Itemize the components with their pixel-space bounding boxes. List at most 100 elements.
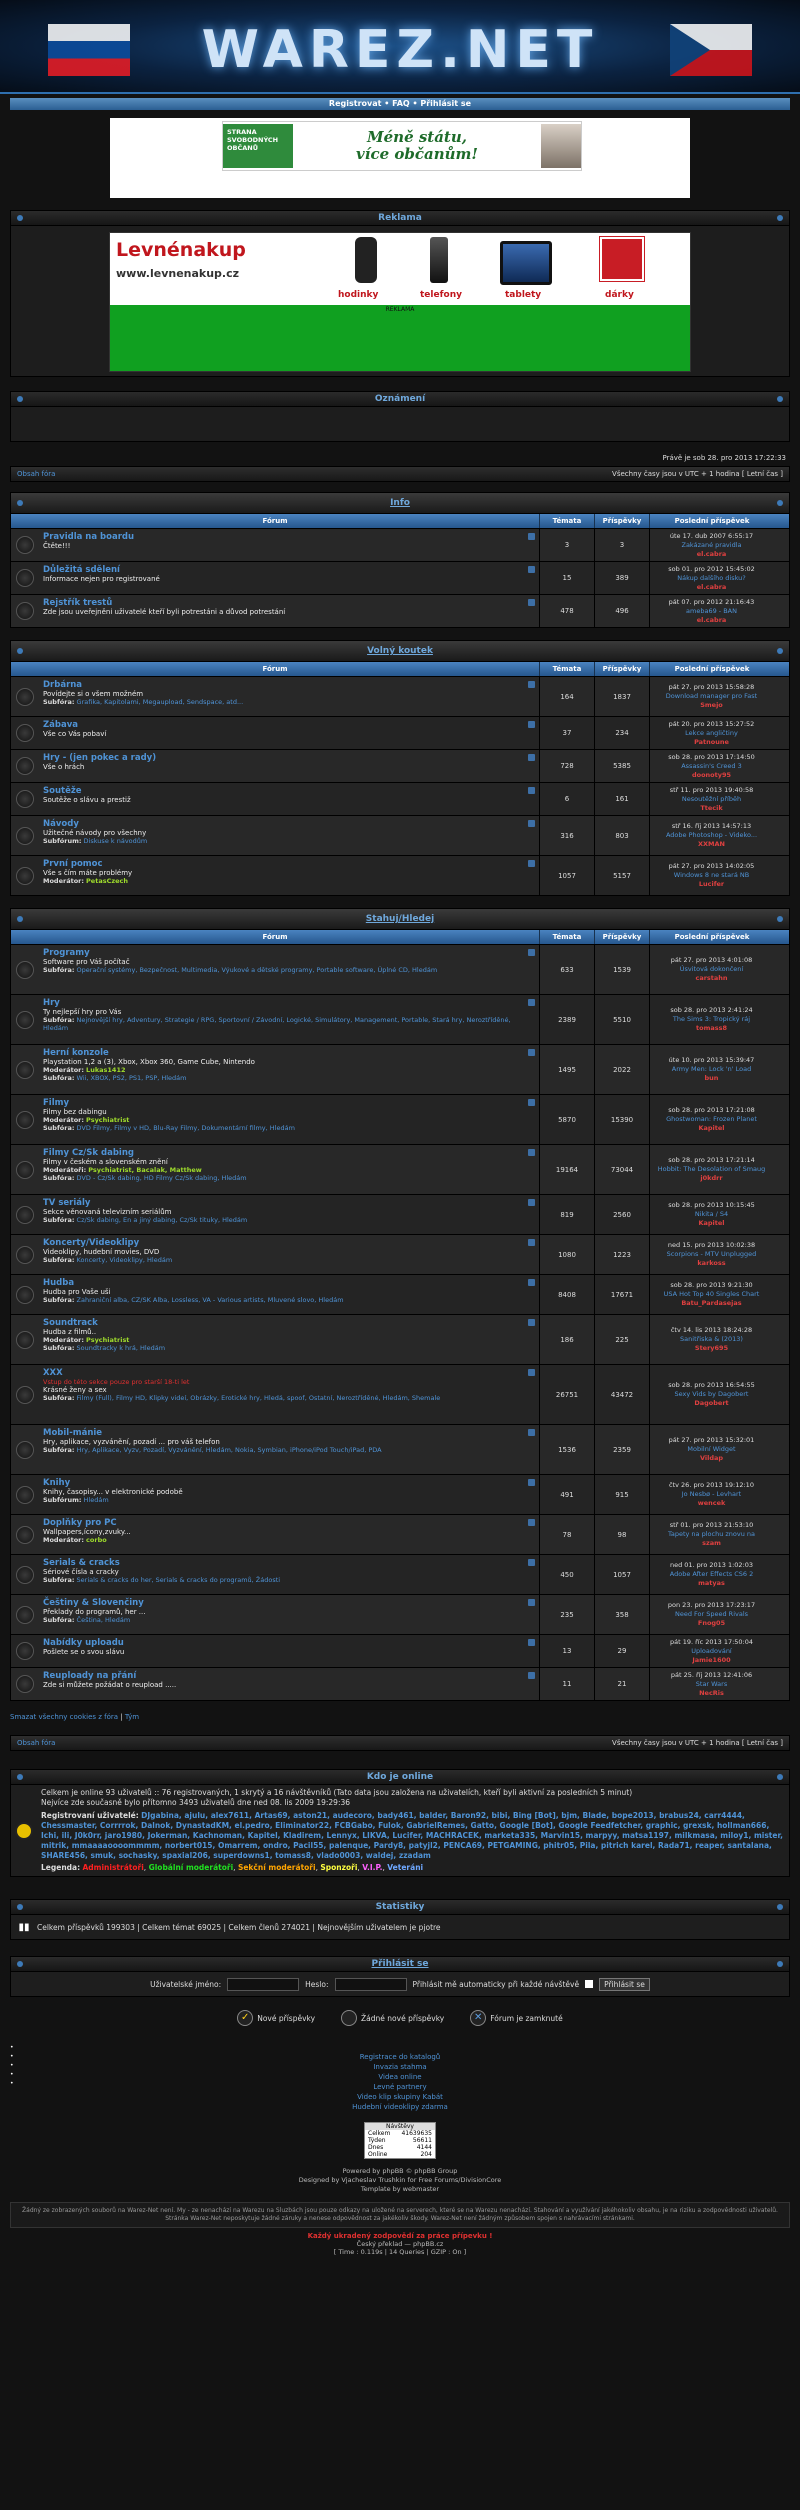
rss-icon[interactable] [528,949,535,956]
last-post-title[interactable]: Sexy Vids by Dagobert [652,1390,771,1399]
last-post-title[interactable]: The Sims 3: Tropický ráj [652,1015,771,1024]
forum-title[interactable]: Soutěže [43,786,535,796]
rss-icon[interactable] [528,533,535,540]
forum-index-link[interactable]: Obsah fóra [17,467,55,481]
forum-title[interactable]: První pomoc [43,859,535,869]
last-post-title[interactable]: ameba69 - BAN [652,607,771,616]
rss-icon[interactable] [528,1369,535,1376]
last-post-author[interactable]: Batu_Pardasejas [652,1299,771,1308]
last-post-title[interactable]: Download manager pro Fast [652,692,771,701]
last-post-author[interactable]: Fnog05 [652,1619,771,1628]
legend-item[interactable]: Sekční moderátoři [238,1863,316,1872]
rss-icon[interactable] [528,1319,535,1326]
last-post-author[interactable]: el.cabra [652,583,771,592]
forum-title[interactable]: Knihy [43,1478,535,1488]
forum-index-link-bottom[interactable]: Obsah fóra [17,1736,55,1750]
forum-title[interactable]: Rejstřík trestů [43,598,535,608]
moderator-link[interactable]: Psychiatrist [86,1336,129,1344]
subforum-links[interactable]: Hledám [84,1496,109,1504]
last-post-author[interactable]: el.cabra [652,550,771,559]
rss-icon[interactable] [528,1049,535,1056]
legend-item[interactable]: Globální moderátoři [149,1863,234,1872]
rss-icon[interactable] [528,860,535,867]
moderator-link[interactable]: Psychiatrist [86,1116,129,1124]
last-post-title[interactable]: Assassin's Creed 3 [652,762,771,771]
last-post-author[interactable]: wencek [652,1499,771,1508]
last-post-title[interactable]: Úsvitová dokončení [652,965,771,974]
rss-icon[interactable] [528,787,535,794]
login-button[interactable]: Přihlásit se [599,1977,650,1991]
last-post-author[interactable]: karkoss [652,1259,771,1268]
last-post-title[interactable]: Zakázané pravidla [652,541,771,550]
last-post-author[interactable]: Jamie1600 [652,1656,771,1665]
last-post-author[interactable]: Kapitel [652,1219,771,1228]
footer-link-6[interactable]: Hudební videoklipy zdarma [0,2102,800,2112]
subforum-links[interactable]: Operační systémy, Bezpečnost, Multimedia… [77,966,438,974]
subforum-links[interactable]: Koncerty, Videoklipy, Hledám [77,1256,173,1264]
last-post-title[interactable]: Adobe After Effects CS6 2 [652,1570,771,1579]
login-link[interactable]: Přihlásit se [420,99,471,108]
forum-title[interactable]: Návody [43,819,535,829]
faq-link[interactable]: FAQ [392,99,410,108]
last-post-author[interactable]: matyas [652,1579,771,1588]
last-post-title[interactable]: Jo Nesbø - Levhart [652,1490,771,1499]
footer-link-2[interactable]: Invazia stahma [0,2062,800,2072]
subforum-links[interactable]: Filmy (Full), Filmy HD, Klipky videí, Ob… [77,1394,441,1402]
last-post-author[interactable]: carstahn [652,974,771,983]
subforum-links[interactable]: Hry, Aplikace, Vyzv, Pozadí, Vyzvánění, … [77,1446,382,1454]
forum-title[interactable]: Češtiny & Slovenčiny [43,1598,535,1608]
subforum-links[interactable]: DVD Filmy, Filmy v HD, Blu-Ray Filmy, Do… [77,1124,295,1132]
rss-icon[interactable] [528,681,535,688]
footer-link-3[interactable]: Videa online [0,2072,800,2082]
last-post-author[interactable]: Patnoune [652,738,771,747]
legend-item[interactable]: V.I.P. [362,1863,382,1872]
subforum-links[interactable]: Čeština, Hledám [77,1616,131,1624]
rss-icon[interactable] [528,1199,535,1206]
section-title[interactable]: Info [390,498,410,508]
last-post-author[interactable]: szam [652,1539,771,1548]
forum-title[interactable]: Drbárna [43,680,535,690]
delete-cookies-link[interactable]: Smazat všechny cookies z fóra [10,1713,118,1721]
last-post-author[interactable]: XXMAN [652,840,771,849]
subforum-links[interactable]: Diskuse k návodům [84,837,148,845]
online-users-list[interactable]: DJgabina, ajulu, alex7611, Artas69, asto… [41,1811,783,1860]
last-post-title[interactable]: Mobilní Widget [652,1445,771,1454]
last-post-author[interactable]: el.cabra [652,616,771,625]
last-post-title[interactable]: Adobe Photoshop - Videko... [652,831,771,840]
forum-title[interactable]: XXX [43,1368,535,1378]
rss-icon[interactable] [528,1519,535,1526]
forum-title[interactable]: Hry - (jen pokec a rady) [43,753,535,763]
rss-icon[interactable] [528,1099,535,1106]
moderator-link[interactable]: Lukas1412 [86,1066,125,1074]
ad-banner-top[interactable]: STRANA SVOBODNÝCH OBČANŮ Méně státu, víc… [110,118,690,198]
rss-icon[interactable] [528,1429,535,1436]
subforum-links[interactable]: Wii, XBOX, PS2, PS1, PSP, Hledám [77,1074,187,1082]
site-logo[interactable]: WAREZ.NET [0,20,800,80]
forum-title[interactable]: Důležitá sdělení [43,565,535,575]
rss-icon[interactable] [528,566,535,573]
rss-icon[interactable] [528,1672,535,1679]
moderator-link[interactable]: Psychiatrist, Bacalak, Matthew [88,1166,201,1174]
forum-title[interactable]: Nabídky uploadu [43,1638,535,1648]
legend-item[interactable]: Administrátoři [82,1863,143,1872]
forum-title[interactable]: Herní konzole [43,1048,535,1058]
last-post-author[interactable]: Kapitel [652,1124,771,1133]
last-post-title[interactable]: Need For Speed Rivals [652,1610,771,1619]
username-input[interactable] [227,1977,300,1991]
forum-title[interactable]: Serials & cracks [43,1558,535,1568]
last-post-author[interactable]: bun [652,1074,771,1083]
last-post-title[interactable]: Army Men: Lock 'n' Load [652,1065,771,1074]
rss-icon[interactable] [528,1279,535,1286]
rss-icon[interactable] [528,599,535,606]
moderator-link[interactable]: PetasCzech [86,877,128,885]
last-post-title[interactable]: Nikita / S4 [652,1210,771,1219]
last-post-author[interactable]: tomass8 [652,1024,771,1033]
last-post-title[interactable]: Tapety na plochu znovu na [652,1530,771,1539]
last-post-author[interactable]: doonoty95 [652,771,771,780]
subforum-links[interactable]: Nejnovější hry, Adventury, Strategie / R… [43,1016,511,1032]
moderator-link[interactable]: corbo [86,1536,107,1544]
last-post-author[interactable]: Lucifer [652,880,771,889]
forum-title[interactable]: Zábava [43,720,535,730]
last-post-title[interactable]: Windows 8 ne stará NB [652,871,771,880]
last-post-title[interactable]: Sanitřiska & (2013) [652,1335,771,1344]
